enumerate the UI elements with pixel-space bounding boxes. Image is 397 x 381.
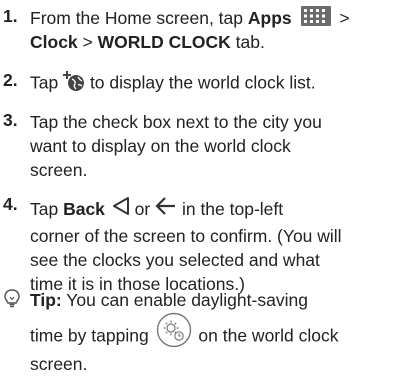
tip-line-1: You can enable daylight-saving [61,290,308,310]
step-3-line: Tap the check box next to the city you [30,112,322,132]
back-arrow-icon [155,195,177,225]
step-text: Tap to display the world clock list. [30,70,393,94]
apps-label: Apps [247,8,292,28]
step-1-text-b: > [334,8,350,28]
lightbulb-icon [3,288,21,315]
step-2-text-a: Tap [30,72,64,93]
tip-text: Tip: You can enable daylight-saving time… [30,288,393,376]
tip-label: Tip: [30,290,62,310]
step-2-text-b: to display the world clock list. [85,72,316,93]
step-text: Tap Back or in the top-left corner of th… [30,194,393,296]
tip-line-3: screen. [30,354,88,374]
step-text: Tap the check box next to the city you w… [30,110,393,182]
step-number: 3. [3,110,18,130]
step-4-text-a: Tap [30,199,64,219]
step-1-text-c: tab. [230,32,265,52]
step-3-line: want to display on the world clock [30,136,291,156]
step-number: 2. [3,70,18,90]
back-label: Back [63,199,105,219]
step-4-line: corner of the screen to confirm. (You wi… [30,226,342,246]
add-city-globe-icon [63,70,85,98]
world-clock-tab-label: WORLD CLOCK [97,32,231,52]
instruction-document: 1. From the Home screen, tap Apps > Cloc… [0,0,397,381]
step-3-line: screen. [30,160,88,180]
step-1-text-a: From the Home screen, tap [30,8,248,28]
tip-line-2b: on the world clock [193,325,339,346]
step-number: 1. [3,6,18,26]
separator: > [77,32,98,52]
daylight-saving-icon [154,312,194,362]
tip-line-2a: time by tapping [30,325,154,346]
step-text: From the Home screen, tap Apps > Clock >… [30,6,393,54]
apps-grid-icon [300,6,331,32]
step-4-line: see the clocks you selected and what [30,250,320,270]
step-4-text-c: in the top-left [177,199,284,219]
step-number: 4. [3,194,18,214]
step-4-text-b: or [129,199,156,219]
clock-label: Clock [30,32,78,52]
back-triangle-icon [112,195,130,225]
